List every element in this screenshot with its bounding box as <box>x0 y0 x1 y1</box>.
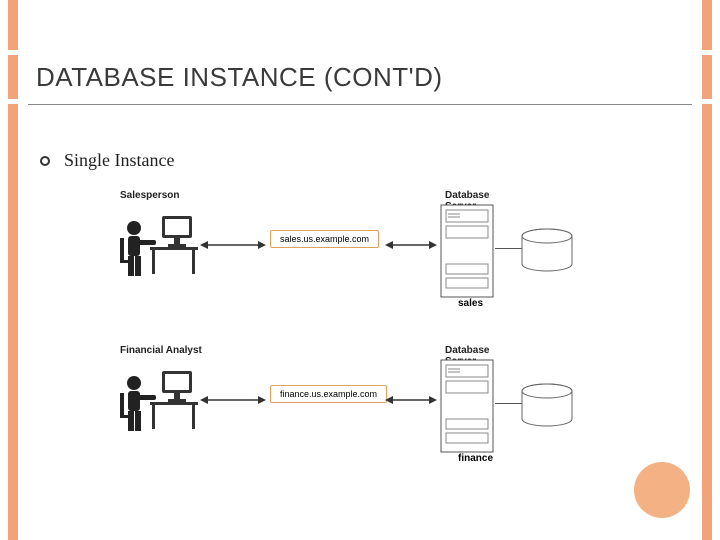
bullet-icon <box>40 156 50 166</box>
role-label: Financial Analyst <box>120 345 202 356</box>
bullet-text: Single Instance <box>64 150 174 171</box>
server-caption: sales <box>458 298 483 309</box>
left-accent <box>8 0 18 540</box>
diagram-row-sales: Salesperson sales.u <box>110 190 630 315</box>
corner-accent-circle <box>634 462 690 518</box>
host-label: finance.us.example.com <box>270 385 387 403</box>
host-label: sales.us.example.com <box>270 230 379 248</box>
server-icon <box>440 204 494 303</box>
workstation-icon <box>120 214 198 285</box>
arrow-icon <box>385 392 437 410</box>
database-icon <box>520 383 574 432</box>
db-link <box>495 403 523 404</box>
diagram-row-finance: Financial Analyst finance.us.example.com <box>110 345 630 470</box>
server-caption: finance <box>458 453 493 464</box>
bidir-arrow-icon <box>200 392 266 410</box>
bidir-arrow-icon <box>200 237 266 255</box>
right-accent <box>702 0 712 540</box>
db-link <box>495 248 523 249</box>
workstation-icon <box>120 369 198 440</box>
title-underline <box>28 104 692 105</box>
role-label: Salesperson <box>120 190 179 201</box>
server-icon <box>440 359 494 458</box>
bullet-item: Single Instance <box>40 150 174 171</box>
database-icon <box>520 228 574 277</box>
slide-title: DATABASE INSTANCE (CONT'D) <box>36 62 443 93</box>
arrow-icon <box>385 237 437 255</box>
